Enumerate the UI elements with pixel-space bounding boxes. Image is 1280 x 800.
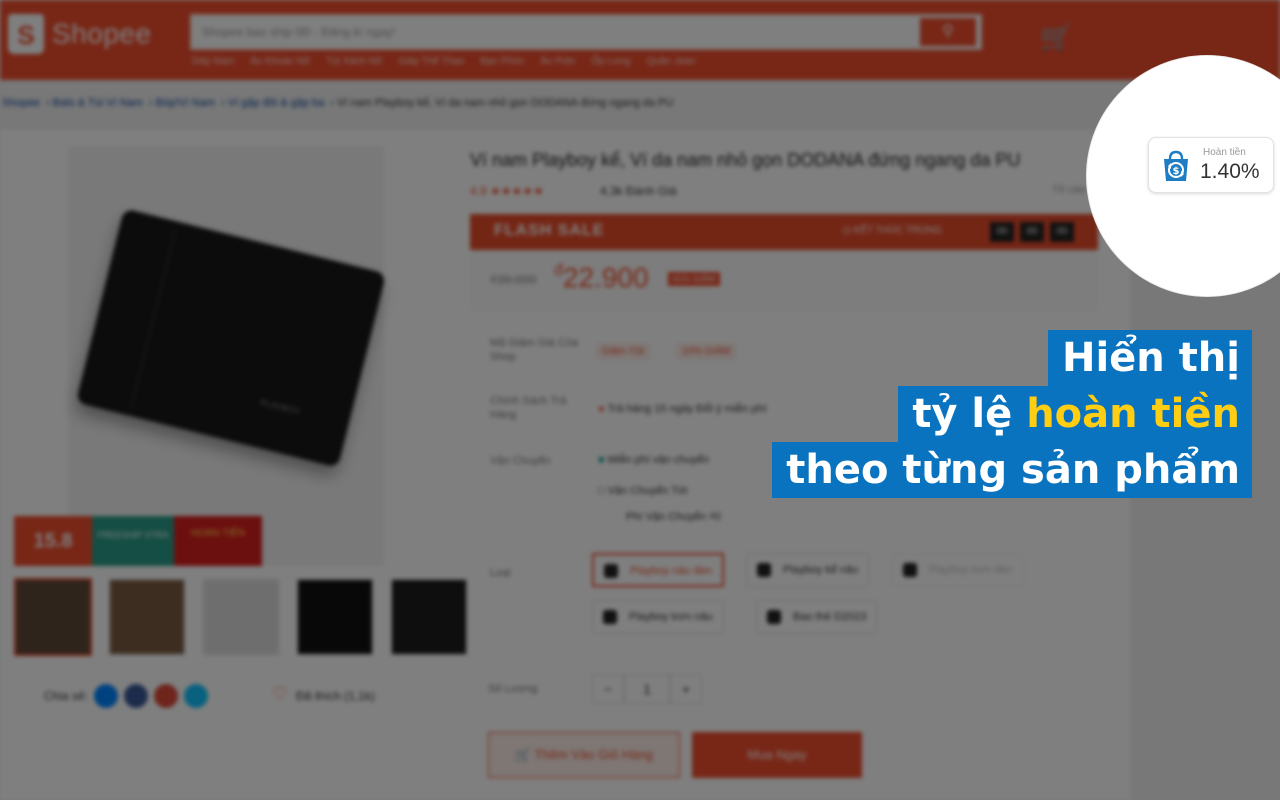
cashback-bag-icon: $ bbox=[1164, 150, 1188, 181]
cashback-label: Hoàn tiền bbox=[1203, 147, 1246, 158]
caption-line-1: Hiển thị bbox=[1047, 330, 1252, 386]
caption-line-2: tỷ lệ hoàn tiền bbox=[898, 386, 1252, 442]
cashback-badge[interactable]: $ Hoàn tiền 1.40% bbox=[1148, 137, 1274, 193]
caption-text: tỷ lệ bbox=[912, 391, 1027, 437]
cashback-rate: 1.40% bbox=[1200, 160, 1260, 183]
caption-line-3: theo từng sản phẩm bbox=[772, 442, 1252, 498]
svg-text:$: $ bbox=[1173, 166, 1180, 177]
caption-highlight: hoàn tiền bbox=[1026, 391, 1240, 437]
